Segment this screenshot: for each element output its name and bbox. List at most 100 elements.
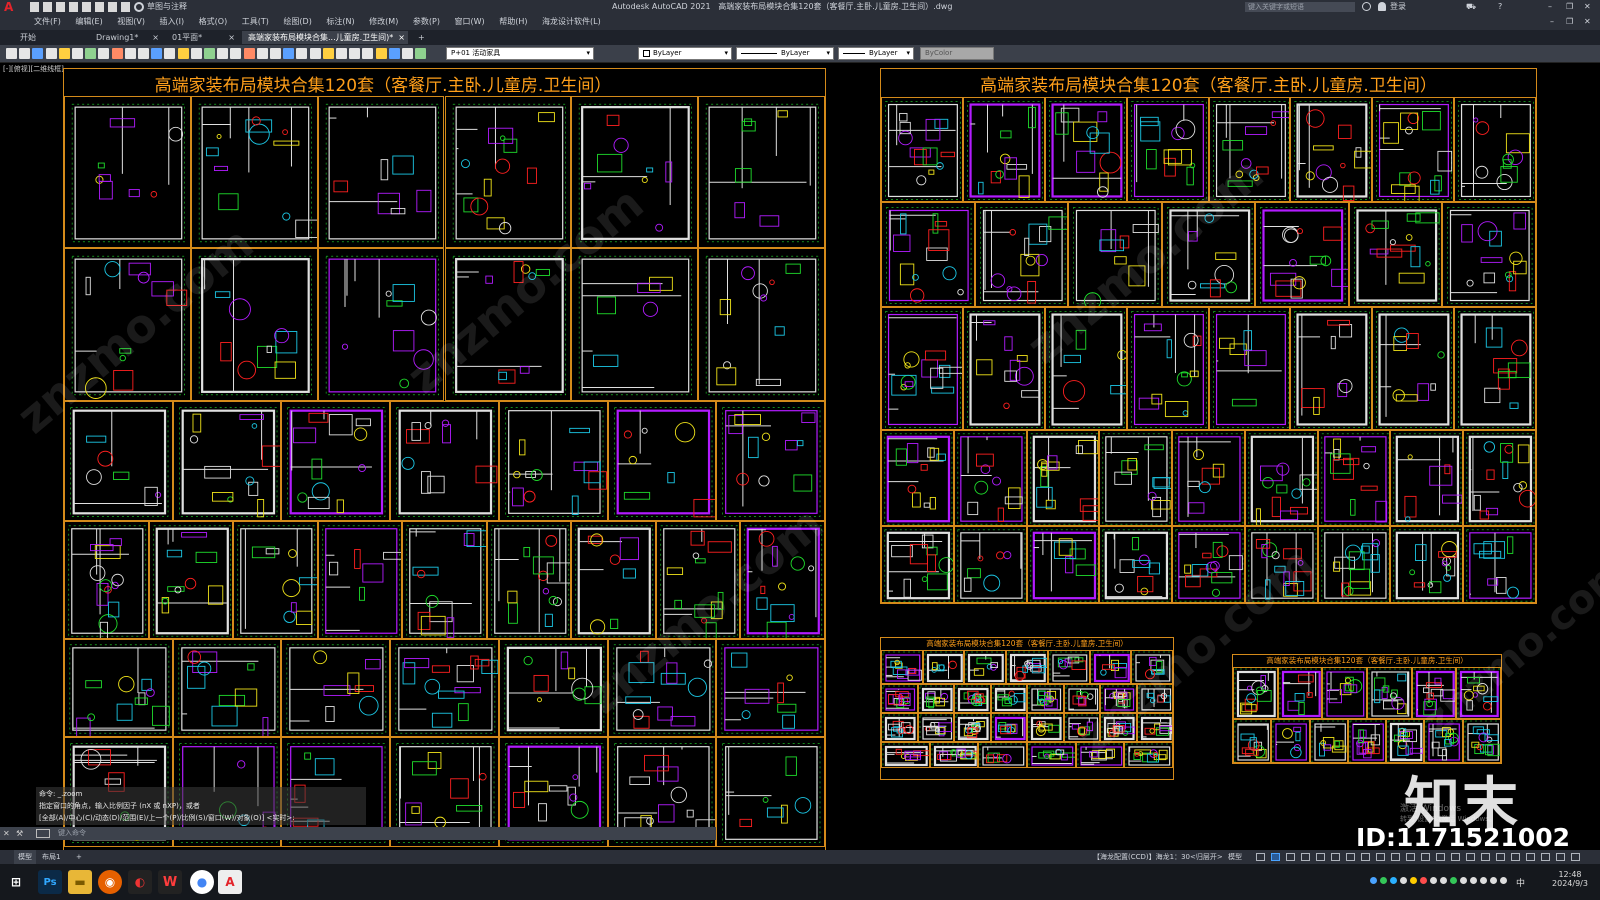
login-link[interactable]: 登录 xyxy=(1390,0,1406,14)
status-toggle-icon[interactable] xyxy=(1271,853,1280,861)
layer-dropdown[interactable]: P+01 活动家具 ▾ xyxy=(446,47,594,60)
toolbar-tool-icon[interactable] xyxy=(309,48,321,59)
toolbar-tool-icon[interactable] xyxy=(164,48,176,59)
browser-icon[interactable]: ◐ xyxy=(128,870,152,894)
ime-indicator[interactable]: 中 xyxy=(1516,876,1525,889)
close-button[interactable]: ✕ xyxy=(1584,0,1591,14)
tab-start[interactable]: 开始 xyxy=(14,31,84,44)
toolbar-tool-icon[interactable] xyxy=(98,48,110,59)
toolbar-tool-icon[interactable] xyxy=(177,48,189,59)
photoshop-icon[interactable]: Ps xyxy=(38,870,62,894)
toolbar-tool-icon[interactable] xyxy=(138,48,149,59)
menu-edit[interactable]: 编辑(E) xyxy=(69,14,108,30)
toolbar-tool-icon[interactable] xyxy=(243,48,255,59)
status-toggle-icon[interactable] xyxy=(1526,853,1535,861)
toolbar-tool-icon[interactable] xyxy=(19,48,31,59)
new-tab-button[interactable]: + xyxy=(412,31,426,44)
toolbar-tool-icon[interactable] xyxy=(45,48,57,59)
toolbar-tool-icon[interactable] xyxy=(6,48,17,59)
open-icon[interactable] xyxy=(43,2,52,12)
status-toggle-icon[interactable] xyxy=(1466,853,1475,861)
toolbar-tool-icon[interactable] xyxy=(32,48,44,59)
toolbar-tool-icon[interactable] xyxy=(402,48,413,59)
menu-format[interactable]: 格式(O) xyxy=(193,14,234,30)
menu-tools[interactable]: 工具(T) xyxy=(236,14,275,30)
status-toggle-icon[interactable] xyxy=(1331,853,1340,861)
tray-icon[interactable] xyxy=(1390,877,1397,884)
menu-modify[interactable]: 修改(M) xyxy=(363,14,404,30)
command-input[interactable]: 键入命令 xyxy=(58,827,86,840)
close-tab-icon[interactable]: × xyxy=(228,31,235,44)
toolbar-tool-icon[interactable] xyxy=(296,48,308,59)
toolbar-tool-icon[interactable] xyxy=(151,48,163,59)
toolbar-tool-icon[interactable] xyxy=(270,48,281,59)
layout-tab-1[interactable]: 布局1 xyxy=(42,850,60,864)
viewport-controls-label[interactable]: [-][俯视][二维线框] xyxy=(3,64,64,74)
color-dropdown[interactable]: ByLayer ▾ xyxy=(638,47,732,60)
status-toggle-icon[interactable] xyxy=(1481,853,1490,861)
menu-dimension[interactable]: 标注(N) xyxy=(320,14,360,30)
workspace-select[interactable]: 草图与注释 xyxy=(147,0,247,14)
scale-status[interactable]: 【海龙配置(CCD)】海龙1：30<归层开> xyxy=(1093,850,1223,864)
toolbar-tool-icon[interactable] xyxy=(256,48,268,59)
save-icon[interactable] xyxy=(56,2,65,12)
tab-01-plan[interactable]: 01平面* × xyxy=(166,31,238,44)
lineweight-dropdown[interactable]: ByLayer ▾ xyxy=(838,47,914,60)
tray-icon[interactable] xyxy=(1420,877,1427,884)
menu-draw[interactable]: 绘图(D) xyxy=(277,14,317,30)
menu-insert[interactable]: 插入(I) xyxy=(154,14,191,30)
tray-icon[interactable] xyxy=(1460,877,1467,884)
toolbar-tool-icon[interactable] xyxy=(349,48,361,59)
menu-window[interactable]: 窗口(W) xyxy=(449,14,491,30)
tray-icon[interactable] xyxy=(1450,877,1457,884)
close-command-icon[interactable]: ✕ xyxy=(3,827,10,840)
toolbar-tool-icon[interactable] xyxy=(322,48,334,59)
close-tab-icon[interactable]: × xyxy=(398,31,405,44)
toolbar-tool-icon[interactable] xyxy=(190,48,202,59)
tab-current-drawing[interactable]: 高端家装布局模块合集...儿童房.卫生间)* × xyxy=(242,31,408,44)
status-toggle-icon[interactable] xyxy=(1346,853,1355,861)
command-prompt-icon[interactable] xyxy=(36,829,50,838)
tray-icon[interactable] xyxy=(1410,877,1417,884)
toolbar-tool-icon[interactable] xyxy=(388,48,400,59)
model-space-button[interactable]: 模型 xyxy=(1228,850,1242,864)
status-toggle-icon[interactable] xyxy=(1391,853,1400,861)
status-toggle-icon[interactable] xyxy=(1556,853,1565,861)
file-explorer-icon[interactable]: ▬ xyxy=(68,870,92,894)
toolbar-tool-icon[interactable] xyxy=(72,48,83,59)
chrome-icon[interactable]: ● xyxy=(190,870,214,894)
toolbar-tool-icon[interactable] xyxy=(111,48,123,59)
toolbar-tool-icon[interactable] xyxy=(336,48,347,59)
status-toggle-icon[interactable] xyxy=(1451,853,1460,861)
status-toggle-icon[interactable] xyxy=(1286,853,1295,861)
plot-icon[interactable] xyxy=(95,2,104,12)
status-toggle-icon[interactable] xyxy=(1421,853,1430,861)
redo-icon[interactable] xyxy=(121,2,130,12)
menu-parametric[interactable]: 参数(P) xyxy=(407,14,446,30)
toolbar-tool-icon[interactable] xyxy=(204,48,215,59)
status-toggle-icon[interactable] xyxy=(1406,853,1415,861)
close-tab-icon[interactable]: × xyxy=(152,31,159,44)
status-toggle-icon[interactable] xyxy=(1256,853,1265,861)
command-input-bar[interactable]: ✕ ⚒ 键入命令 xyxy=(0,827,716,840)
status-toggle-icon[interactable] xyxy=(1361,853,1370,861)
user-icon[interactable] xyxy=(1378,2,1386,11)
tray-icon[interactable] xyxy=(1430,877,1437,884)
wps-icon[interactable]: W xyxy=(158,870,182,894)
tray-icon[interactable] xyxy=(1490,877,1497,884)
status-toggle-icon[interactable] xyxy=(1301,853,1310,861)
toolbar-tool-icon[interactable] xyxy=(85,48,97,59)
status-toggle-icon[interactable] xyxy=(1436,853,1445,861)
workspace-gear-icon[interactable] xyxy=(134,2,144,12)
help-icon[interactable]: ? xyxy=(1498,0,1502,14)
tray-icon[interactable] xyxy=(1440,877,1447,884)
status-toggle-icon[interactable] xyxy=(1376,853,1385,861)
ribbon-minimize-icon[interactable]: – xyxy=(1550,14,1554,30)
search-icon[interactable] xyxy=(1362,2,1371,11)
toolbar-tool-icon[interactable] xyxy=(217,48,229,59)
menu-view[interactable]: 视图(V) xyxy=(111,14,151,30)
menu-help[interactable]: 帮助(H) xyxy=(493,14,533,30)
minimize-button[interactable]: – xyxy=(1548,0,1552,14)
tray-icon[interactable] xyxy=(1470,877,1477,884)
undo-icon[interactable] xyxy=(108,2,117,12)
